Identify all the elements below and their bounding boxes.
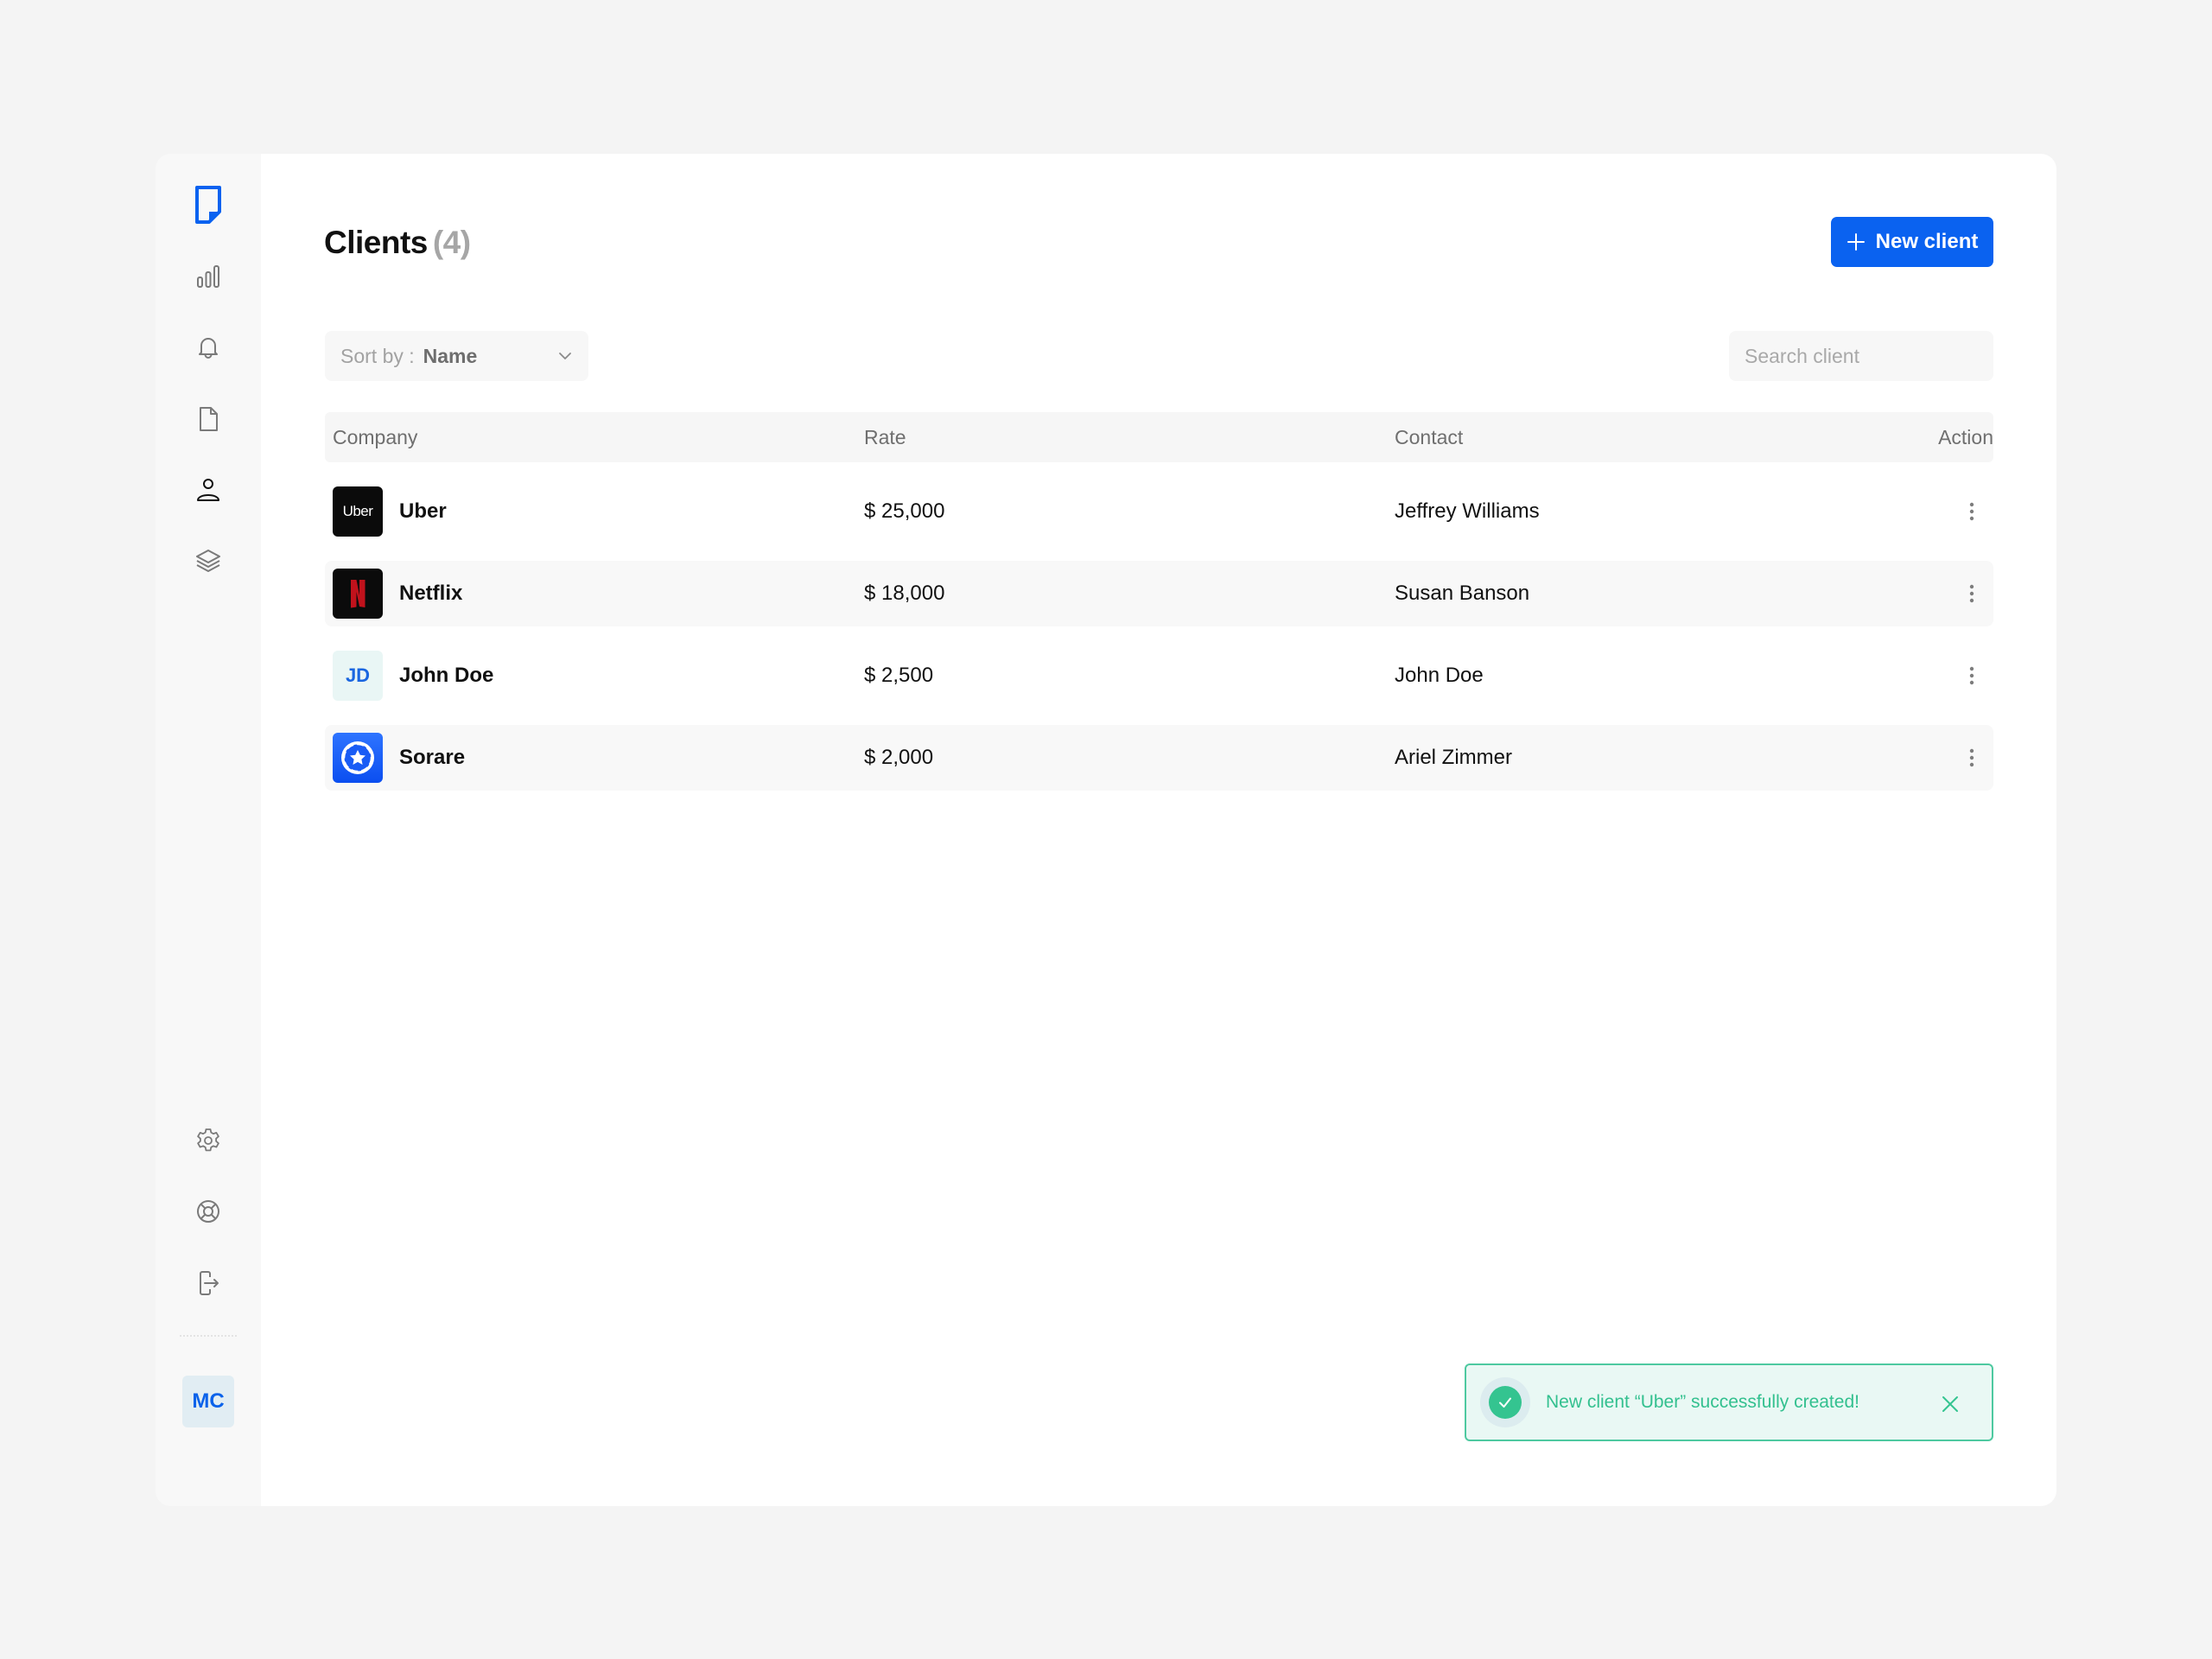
table-row[interactable]: JD John Doe $ 2,500 John Doe xyxy=(325,643,1993,709)
column-header-contact[interactable]: Contact xyxy=(1395,426,1463,449)
column-header-action: Action xyxy=(1938,425,1993,448)
success-icon-wrapper xyxy=(1480,1377,1530,1427)
rate-cell: $ 25,000 xyxy=(864,499,945,523)
table-header: Company Rate Contact Action xyxy=(325,412,1993,462)
logout-icon xyxy=(200,1271,219,1295)
check-circle-icon xyxy=(1489,1386,1522,1419)
company-cell: Sorare xyxy=(333,733,465,783)
layers-icon xyxy=(196,550,220,572)
success-toast: New client “Uber” successfully created! xyxy=(1465,1363,1993,1441)
page-title: Clients (4) xyxy=(324,225,471,261)
page-title-text: Clients xyxy=(324,225,428,260)
contact-cell: Susan Banson xyxy=(1395,582,1530,605)
user-avatar[interactable]: MC xyxy=(182,1376,234,1427)
chevron-down-icon xyxy=(559,353,571,359)
sidebar-divider xyxy=(180,1335,237,1337)
bar-chart-icon xyxy=(197,265,219,288)
new-client-button[interactable]: New client xyxy=(1831,217,1993,267)
row-actions-button[interactable] xyxy=(1964,582,1980,606)
user-icon xyxy=(197,479,219,501)
contact-cell: John Doe xyxy=(1395,664,1484,687)
main-content: Clients(4) New client Sort by : Name C xyxy=(261,154,2056,1506)
company-cell: Uber Uber xyxy=(333,486,447,537)
nav-notifications[interactable] xyxy=(191,330,226,365)
column-header-company[interactable]: Company xyxy=(333,426,417,449)
client-count: (4) xyxy=(432,225,471,260)
sorare-logo xyxy=(333,733,383,783)
document-icon xyxy=(200,407,218,431)
toast-message: New client “Uber” successfully created! xyxy=(1546,1392,1859,1412)
search-box xyxy=(1729,331,2000,381)
app-window: MC Clients(4) New client Sort by : Name xyxy=(156,154,2056,1506)
table-row[interactable]: Sorare $ 2,000 Ariel Zimmer xyxy=(325,725,1993,791)
more-vertical-icon xyxy=(1969,748,1974,767)
rate-cell: $ 18,000 xyxy=(864,582,945,605)
sort-label: Sort by : xyxy=(340,344,415,367)
row-actions-button[interactable] xyxy=(1964,746,1980,770)
row-actions-button[interactable] xyxy=(1964,499,1980,524)
nav-clients[interactable] xyxy=(191,473,226,507)
nav-settings[interactable] xyxy=(191,1123,226,1158)
sort-dropdown[interactable]: Sort by : Name xyxy=(325,331,588,381)
row-actions-button[interactable] xyxy=(1964,664,1980,688)
nav-support[interactable] xyxy=(191,1194,226,1229)
clients-table: Company Rate Contact Action Uber Uber $ … xyxy=(325,412,1993,791)
company-name: John Doe xyxy=(399,664,494,687)
company-cell: Netflix xyxy=(333,569,462,619)
new-client-label: New client xyxy=(1875,230,1979,253)
plus-icon xyxy=(1847,233,1865,251)
more-vertical-icon xyxy=(1969,666,1974,685)
rate-cell: $ 2,500 xyxy=(864,664,934,687)
sort-value: Name xyxy=(423,344,478,367)
nav-layers[interactable] xyxy=(191,543,226,578)
company-name: Netflix xyxy=(399,582,463,605)
table-row[interactable]: Netflix $ 18,000 Susan Banson xyxy=(325,561,1993,626)
more-vertical-icon xyxy=(1969,584,1974,603)
sidebar: MC xyxy=(156,154,261,1506)
company-name: Sorare xyxy=(399,746,466,769)
column-header-rate[interactable]: Rate xyxy=(864,426,906,449)
more-vertical-icon xyxy=(1969,502,1974,521)
company-cell: JD John Doe xyxy=(333,651,493,701)
table-row[interactable]: Uber Uber $ 25,000 Jeffrey Williams xyxy=(325,479,1993,544)
bell-icon xyxy=(199,338,218,359)
lifebuoy-icon xyxy=(197,1200,219,1223)
company-name: Uber xyxy=(399,499,447,523)
nav-documents[interactable] xyxy=(191,402,226,436)
initials-logo: JD xyxy=(333,651,383,701)
rate-cell: $ 2,000 xyxy=(864,746,934,769)
netflix-logo xyxy=(333,569,383,619)
contact-cell: Jeffrey Williams xyxy=(1395,499,1540,523)
close-icon[interactable] xyxy=(1940,1394,1961,1414)
search-input[interactable] xyxy=(1745,344,2000,368)
contact-cell: Ariel Zimmer xyxy=(1395,746,1512,769)
app-logo-icon[interactable] xyxy=(191,185,226,225)
gear-icon xyxy=(197,1128,219,1152)
uber-logo: Uber xyxy=(333,486,383,537)
nav-analytics[interactable] xyxy=(191,259,226,294)
nav-logout[interactable] xyxy=(191,1266,226,1300)
